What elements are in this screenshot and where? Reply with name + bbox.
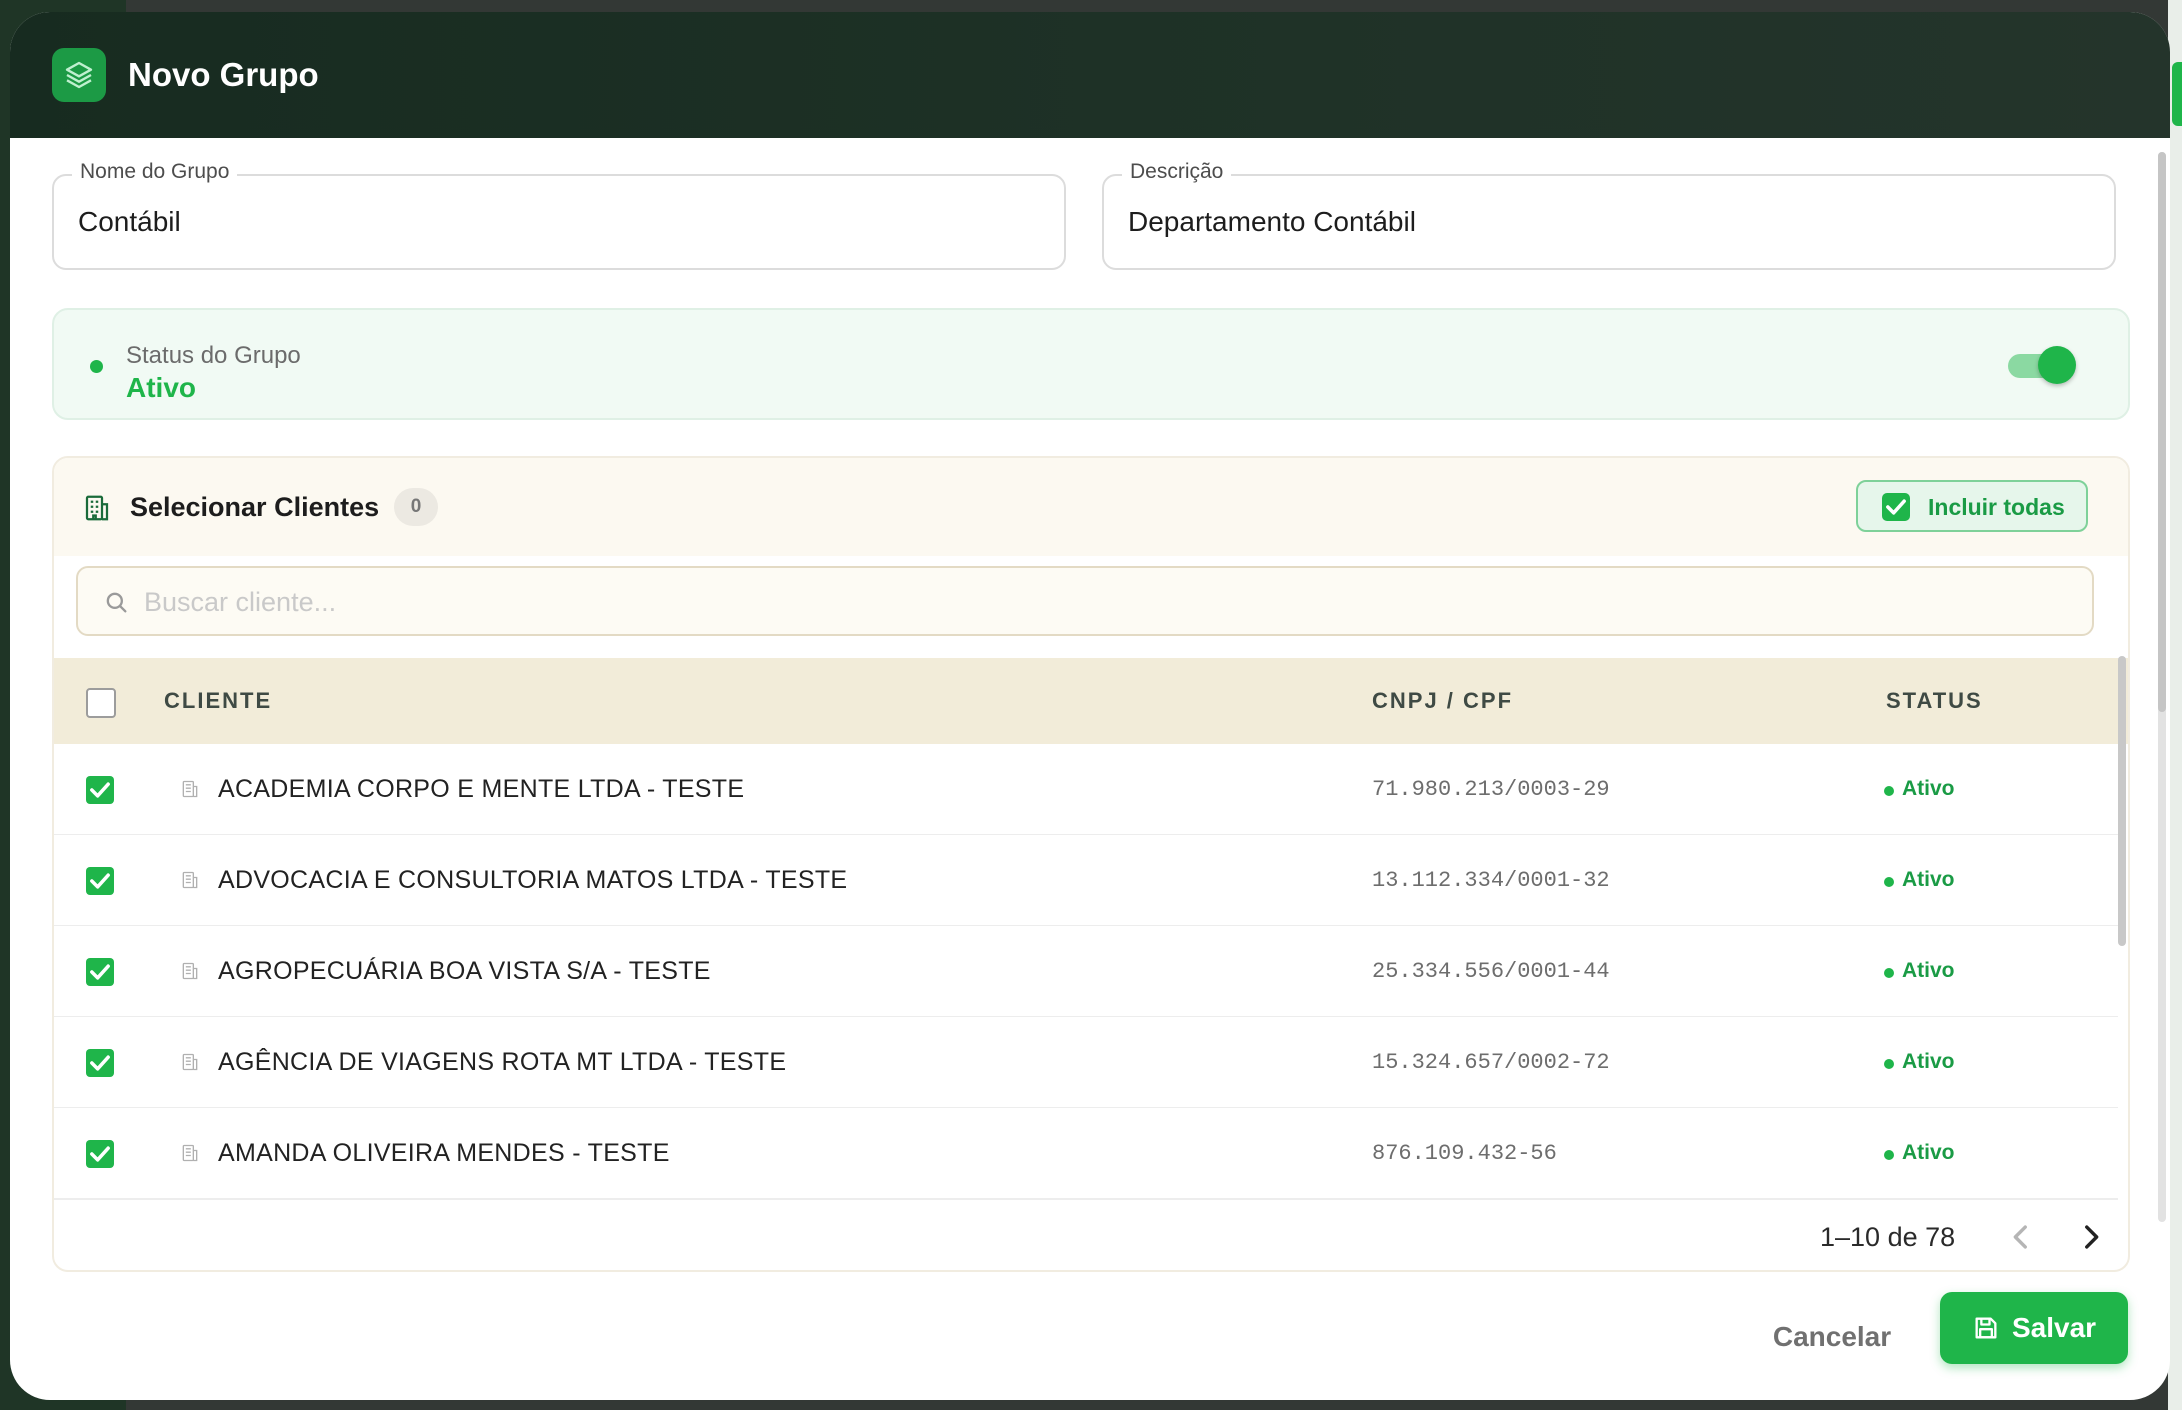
check-icon	[90, 1146, 110, 1162]
client-document: 71.980.213/0003-29	[1372, 777, 1610, 802]
include-all-button[interactable]: Incluir todas	[1856, 480, 2088, 532]
client-status: Ativo	[1902, 959, 1955, 982]
client-status: Ativo	[1902, 777, 1955, 800]
status-dot	[1884, 877, 1894, 887]
client-name: AMANDA OLIVEIRA MENDES - TESTE	[218, 1139, 670, 1167]
dialog-title: Novo Grupo	[128, 56, 319, 93]
client-document: 15.324.657/0002-72	[1372, 1050, 1610, 1075]
building-icon	[182, 962, 198, 980]
client-name: ACADEMIA CORPO E MENTE LTDA - TESTE	[218, 775, 745, 803]
building-icon	[182, 1053, 198, 1071]
group-name-field[interactable]: Nome do Grupo Contábil	[52, 160, 1066, 270]
table-row[interactable]: AMANDA OLIVEIRA MENDES - TESTE 876.109.4…	[54, 1108, 2118, 1200]
column-header-client[interactable]: CLIENTE	[164, 688, 272, 714]
status-label: Status do Grupo	[126, 342, 301, 369]
layers-icon	[52, 48, 106, 102]
search-icon	[106, 592, 127, 613]
save-icon	[1975, 1317, 1997, 1339]
group-status-panel: Status do Grupo Ativo	[52, 308, 2130, 420]
select-all-checkbox[interactable]	[86, 688, 116, 718]
include-all-label: Incluir todas	[1928, 494, 2065, 520]
building-icon	[182, 1144, 198, 1162]
search-input[interactable]	[142, 578, 2046, 626]
check-icon	[90, 964, 110, 980]
status-dot	[1884, 1150, 1894, 1160]
client-name: AGÊNCIA DE VIAGENS ROTA MT LTDA - TESTE	[218, 1048, 787, 1076]
row-checkbox[interactable]	[86, 958, 114, 986]
table-header: CLIENTE CNPJ / CPF STATUS	[54, 658, 2128, 744]
building-icon	[182, 871, 198, 889]
status-toggle-thumb[interactable]	[2038, 346, 2076, 384]
status-indicator-dot	[90, 360, 103, 373]
building-icon	[182, 780, 198, 798]
new-group-dialog: Novo Grupo Nome do Grupo Contábil Descri…	[10, 12, 2170, 1400]
status-value: Ativo	[126, 372, 196, 403]
group-name-label: Nome do Grupo	[72, 160, 238, 184]
description-field[interactable]: Descrição Departamento Contábil	[1102, 160, 2116, 270]
building-icon	[85, 495, 109, 521]
group-name-value[interactable]: Contábil	[78, 206, 181, 238]
check-icon	[1886, 499, 1906, 515]
client-selection-header: Selecionar Clientes 0 Incluir todas	[54, 458, 2128, 556]
client-name: ADVOCACIA E CONSULTORIA MATOS LTDA - TES…	[218, 866, 848, 894]
column-header-document[interactable]: CNPJ / CPF	[1372, 688, 1513, 714]
table-scrollbar[interactable]	[2118, 656, 2126, 946]
row-checkbox[interactable]	[86, 1049, 114, 1077]
client-status: Ativo	[1902, 1050, 1955, 1073]
row-checkbox[interactable]	[86, 867, 114, 895]
table-row[interactable]: ACADEMIA CORPO E MENTE LTDA - TESTE 71.9…	[54, 744, 2118, 836]
table-row[interactable]: AGÊNCIA DE VIAGENS ROTA MT LTDA - TESTE …	[54, 1017, 2118, 1109]
client-document: 876.109.432-56	[1372, 1141, 1557, 1166]
save-button[interactable]: Salvar	[1940, 1292, 2128, 1364]
client-name: AGROPECUÁRIA BOA VISTA S/A - TESTE	[218, 957, 711, 985]
client-selection-title: Selecionar Clientes	[130, 492, 380, 522]
row-checkbox[interactable]	[86, 776, 114, 804]
backdrop-right-panel	[2168, 0, 2182, 1410]
client-document: 25.334.556/0001-44	[1372, 959, 1610, 984]
description-label: Descrição	[1122, 160, 1232, 184]
selected-count-badge: 0	[394, 488, 438, 526]
dialog-header: Novo Grupo	[10, 12, 2170, 138]
pagination-range: 1–10 de 78	[1820, 1222, 1956, 1252]
client-document: 13.112.334/0001-32	[1372, 868, 1610, 893]
client-search[interactable]	[76, 566, 2094, 636]
save-label: Salvar	[2012, 1312, 2097, 1343]
table-row[interactable]: AGROPECUÁRIA BOA VISTA S/A - TESTE 25.33…	[54, 926, 2118, 1018]
client-selection-panel: Selecionar Clientes 0 Incluir todas CLIE…	[52, 456, 2130, 1272]
client-status: Ativo	[1902, 1141, 1955, 1164]
status-dot	[1884, 968, 1894, 978]
check-icon	[90, 782, 110, 798]
client-status: Ativo	[1902, 868, 1955, 891]
status-dot	[1884, 786, 1894, 796]
include-all-checkbox[interactable]	[1882, 493, 1910, 521]
row-checkbox[interactable]	[86, 1140, 114, 1168]
chevron-right-icon[interactable]	[2074, 1220, 2108, 1254]
status-dot	[1884, 1059, 1894, 1069]
column-header-status[interactable]: STATUS	[1886, 688, 1983, 714]
dialog-scrollbar[interactable]	[2158, 152, 2166, 712]
cancel-button[interactable]: Cancelar	[1742, 1302, 1922, 1372]
backdrop-accent-tab	[2172, 62, 2182, 126]
check-icon	[90, 1055, 110, 1071]
description-value[interactable]: Departamento Contábil	[1128, 206, 1416, 238]
table-row[interactable]: ADVOCACIA E CONSULTORIA MATOS LTDA - TES…	[54, 835, 2118, 927]
chevron-left-icon[interactable]	[2004, 1220, 2038, 1254]
check-icon	[90, 873, 110, 889]
